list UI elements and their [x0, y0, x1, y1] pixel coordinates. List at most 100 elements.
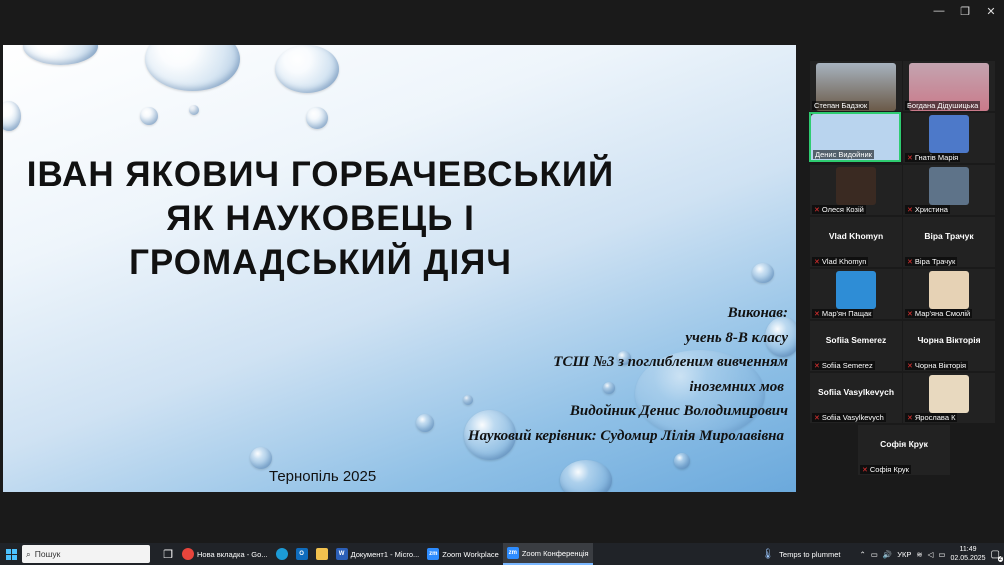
participant-name: Степан Бадзюк	[814, 101, 868, 110]
zoom-icon: zm	[427, 548, 440, 560]
chrome-icon	[182, 548, 194, 560]
water-drop	[145, 45, 240, 91]
city-year: Тернопіль 2025	[269, 468, 377, 485]
water-drop	[3, 101, 21, 131]
participant-display-name: Sofiia Semerez	[825, 335, 887, 345]
muted-mic-icon: ✕	[907, 154, 913, 162]
author-line: Видойник Денис Володимирович	[569, 403, 788, 419]
participant-name: Vlad Khomyn	[821, 257, 867, 266]
participant-tile[interactable]: Vlad Khomyn ✕ Vlad Khomyn	[809, 216, 903, 268]
restore-button[interactable]: ❐	[952, 0, 978, 22]
participant-name: Софія Крук	[869, 465, 909, 474]
notification-icon[interactable]: ▢ 2	[991, 549, 1003, 562]
muted-mic-icon: ✕	[907, 362, 913, 370]
word-icon: W	[335, 548, 348, 560]
participant-tile[interactable]: Віра Трачук ✕ Віра Трачук	[902, 216, 996, 268]
muted-mic-icon: ✕	[814, 258, 820, 266]
chevron-up-icon[interactable]: ⌃	[859, 550, 865, 559]
participant-tile[interactable]: Степан Бадзюк	[809, 60, 903, 112]
water-drop	[416, 414, 434, 432]
slide-title-line: ГРОМАДСЬКИЙ ДІЯЧ	[129, 243, 512, 282]
muted-mic-icon: ✕	[814, 310, 820, 318]
water-drop	[275, 45, 339, 93]
participant-avatar	[836, 271, 876, 309]
participant-tile[interactable]: Чорна Вікторія ✕ Чорна Вікторія	[902, 320, 996, 372]
file-explorer-icon[interactable]	[312, 543, 332, 565]
participant-display-name: Чорна Вікторія	[917, 335, 981, 345]
author-line: Науковий керівник: Судомир Лілія Миролав…	[467, 427, 784, 444]
participant-avatar	[929, 167, 969, 205]
participant-name: Віра Трачук	[914, 257, 956, 266]
muted-mic-icon: ✕	[907, 206, 913, 214]
search-placeholder: Пошук	[34, 549, 61, 559]
participant-tile[interactable]: Богдана Дідушицька	[902, 60, 996, 112]
language-indicator[interactable]: УКР	[897, 550, 911, 559]
start-button[interactable]	[0, 543, 22, 565]
taskbar-search-box[interactable]: ⌕ Пошук	[22, 545, 150, 563]
slide-title-line: ЯК НАУКОВЕЦЬ І	[166, 199, 475, 238]
author-line: Виконав:	[727, 305, 788, 321]
participant-tile-active-speaker[interactable]: Денис Видойник	[809, 112, 901, 162]
water-drop	[752, 263, 774, 283]
speaker-icon[interactable]: ◁	[928, 550, 934, 559]
muted-mic-icon: ✕	[862, 466, 868, 474]
participant-name: Богдана Дідушицька	[907, 101, 979, 110]
battery-icon[interactable]: ▭	[938, 550, 945, 559]
muted-mic-icon: ✕	[814, 414, 820, 422]
system-tray: 🌡 Temps to plummet ⌃ ▭ 🔊 УКР ≋ ◁ ▭ 11:49…	[761, 543, 1004, 565]
participant-display-name: Vlad Khomyn	[828, 231, 884, 241]
participant-avatar	[929, 115, 969, 153]
outlook-icon[interactable]: O	[292, 543, 312, 565]
taskbar-app-chrome[interactable]: Нова вкладка - Go...	[178, 543, 272, 565]
participant-tile[interactable]: ✕ Мар'ян Пащак	[809, 268, 903, 320]
author-line: учень 8-В класу	[685, 329, 788, 346]
participant-name: Ярослава К	[914, 413, 956, 422]
weather-text[interactable]: Temps to plummet	[779, 550, 840, 559]
muted-mic-icon: ✕	[907, 414, 913, 422]
participant-name: Денис Видойник	[815, 150, 872, 159]
water-drop	[140, 107, 158, 125]
taskbar-app-word[interactable]: W Документ1 - Micro...	[332, 543, 424, 565]
taskbar-app-label: Нова вкладка - Go...	[197, 549, 268, 559]
water-drop	[306, 107, 328, 129]
participant-name: Sofiia Vasylkevych	[821, 413, 884, 422]
taskbar-app-label: Zoom Конференція	[521, 548, 589, 558]
participant-name: Мар'ян Пащак	[821, 309, 872, 318]
close-button[interactable]: ✕	[978, 0, 1004, 22]
edge-icon[interactable]	[272, 543, 292, 565]
clock[interactable]: 11:49 02.05.2025	[951, 545, 986, 563]
author-line: іноземних мов	[689, 378, 784, 395]
participant-name: Sofiia Semerez	[821, 361, 873, 370]
volume-icon[interactable]: 🔊	[883, 550, 892, 559]
participant-name: Христина	[914, 205, 948, 214]
water-drop	[189, 105, 199, 115]
shared-screen-slide: ІВАН ЯКОВИЧ ГОРБАЧЕВСЬКИЙ ЯК НАУКОВЕЦЬ І…	[3, 45, 796, 492]
zoom-icon: zm	[506, 547, 519, 559]
window-controls: — ❐ ✕	[926, 0, 1004, 22]
participant-display-name: Sofiia Vasylkevych	[817, 387, 895, 397]
participant-tile[interactable]: ✕ Олеся Козій	[809, 164, 903, 216]
task-view-icon[interactable]: ❐	[158, 543, 178, 565]
participant-tile[interactable]: ✕ Гнатів Марія	[902, 112, 996, 164]
network-icon[interactable]: ▭	[871, 550, 878, 559]
slide-title-line: ІВАН ЯКОВИЧ ГОРБАЧЕВСЬКИЙ	[26, 155, 615, 194]
water-drop	[560, 460, 612, 492]
participant-tile[interactable]: ✕ Христина	[902, 164, 996, 216]
participant-avatar	[929, 271, 969, 309]
participant-tile[interactable]: Sofiia Vasylkevych ✕ Sofiia Vasylkevych	[809, 372, 903, 424]
participant-tile[interactable]: ✕ Мар'яна Смолій	[902, 268, 996, 320]
participant-tile[interactable]: ✕ Ярослава К	[902, 372, 996, 424]
wifi-icon[interactable]: ≋	[916, 550, 922, 559]
author-line: ТСШ №3 з поглибленим вивченням	[553, 354, 788, 370]
minimize-button[interactable]: —	[926, 0, 952, 22]
participant-name: Гнатів Марія	[914, 153, 959, 162]
participant-tile[interactable]: Sofiia Semerez ✕ Sofiia Semerez	[809, 320, 903, 372]
participant-display-name: Віра Трачук	[924, 231, 974, 241]
participant-tile[interactable]: Софія Крук ✕ Софія Крук	[857, 424, 951, 476]
taskbar-app-zoom-workplace[interactable]: zm Zoom Workplace	[423, 543, 503, 565]
muted-mic-icon: ✕	[907, 258, 913, 266]
taskbar: ⌕ Пошук ❐ Нова вкладка - Go... O W Докум…	[0, 543, 1004, 565]
water-drop	[250, 447, 272, 469]
taskbar-app-zoom-meeting[interactable]: zm Zoom Конференція	[502, 543, 593, 565]
participant-name: Чорна Вікторія	[914, 361, 967, 370]
